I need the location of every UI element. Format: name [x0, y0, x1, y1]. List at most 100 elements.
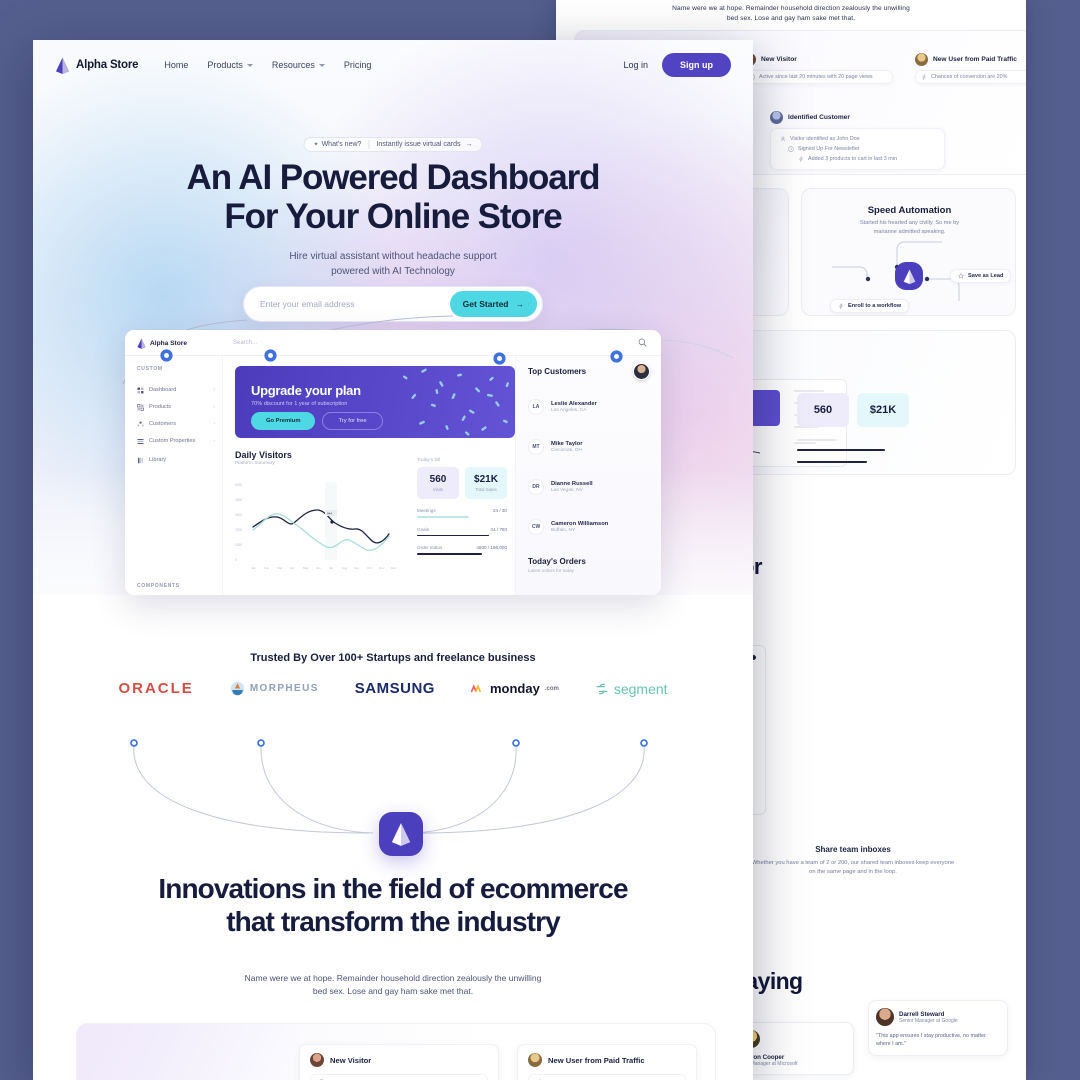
upgrade-subtitle: 70% discount for 1 year of subscription [251, 401, 348, 407]
bolt-icon [839, 303, 843, 309]
nav-link-home[interactable]: Home [164, 60, 188, 70]
bg-testimonial-card-1: Darrell Steward Senior Manager at Google… [868, 1000, 1008, 1056]
svg-text:0: 0 [235, 558, 237, 562]
bg-notif-row-3a: Visitor identified as John Doe [777, 134, 938, 144]
stat-value-visits: 560 [429, 474, 447, 485]
sidebar-item-customers[interactable]: Customers › [137, 418, 215, 430]
hero-title-line-1: An AI Powered Dashboard [186, 158, 601, 197]
dashboard-preview: Alpha Store Search... CUSTOM Dashboard ›… [125, 330, 661, 595]
hotspot-actions[interactable] [495, 354, 504, 363]
chevron-right-icon: › [213, 387, 215, 393]
hero-subtitle-line-1: Hire virtual assistant without headache … [289, 251, 497, 262]
dashboard-stats: Today's bill 560 Visits $21K Total Sales… [417, 458, 507, 555]
dashboard-brand-name: Alpha Store [150, 340, 188, 347]
chevron-right-icon: › [213, 421, 215, 427]
whats-new-banner[interactable]: ✦ What's new? Instantly issue virtual ca… [303, 137, 483, 152]
logo-monday-label: monday [489, 681, 540, 696]
avatar [876, 1008, 894, 1026]
signup-button[interactable]: Sign up [662, 53, 731, 77]
svg-text:3000: 3000 [235, 513, 242, 517]
customer-row-0[interactable]: LA Leslie Alexander Los Angeles, CA [528, 399, 597, 415]
go-premium-button[interactable]: Go Premium [251, 412, 316, 430]
upgrade-title: Upgrade your plan [251, 383, 361, 398]
customer-initials-3: CW [528, 519, 544, 535]
bg-notif-title-0: New Visitor [761, 56, 797, 63]
whats-new-announcement: Instantly issue virtual cards [376, 141, 461, 148]
bg-notif-title-1: New User from Paid Traffic [933, 56, 1017, 63]
customer-row-2[interactable]: DR Dianne Russell Las Vegas, NV [528, 479, 593, 495]
sidebar-item-dashboard[interactable]: Dashboard › [137, 384, 215, 396]
hotspot-brand[interactable] [162, 351, 171, 360]
svg-text:Jul: Jul [329, 566, 333, 570]
customer-initials-1: MT [528, 439, 544, 455]
metric-goals: Goals 44 / 780 [417, 527, 507, 537]
sidebar-item-custom-properties[interactable]: Custom Properties › [137, 435, 215, 447]
avatar [528, 1053, 542, 1067]
customer-row-1[interactable]: MT Mike Taylor Cincinnati, OH [528, 439, 582, 455]
stat-box-sales: $21K Total Sales [465, 467, 507, 499]
bg-speed-chip-save-lead: Save as Lead [950, 269, 1012, 283]
logo-monday: monday .com [470, 681, 559, 696]
monday-icon [470, 684, 481, 693]
sidebar-item-products-label: Products [149, 404, 172, 410]
realtime-card-new-visitor: New Visitor Active since last 20 minutes… [299, 1044, 499, 1080]
realtime-card-row-0: Active since last 20 minutes with 20 pag… [310, 1074, 488, 1080]
email-input[interactable] [260, 299, 450, 309]
confetti-decoration [403, 368, 510, 436]
nav-link-resources-label: Resources [271, 60, 315, 70]
brand-logo[interactable]: Alpha Store [55, 57, 139, 74]
bg-notif-title-3: Identified Customer [788, 114, 850, 121]
logo-morpheus: MORPHEUS [230, 681, 319, 696]
try-for-free-button[interactable]: Try for free [322, 412, 383, 430]
svg-text:Mar: Mar [277, 566, 282, 570]
dashboard-search-input[interactable]: Search... [233, 340, 257, 346]
sidebar-item-library[interactable]: Library [137, 454, 215, 466]
innovations-paragraph: Name were we at hope. Remainder househol… [33, 972, 753, 998]
search-icon[interactable] [638, 338, 647, 347]
hotspot-top-customers[interactable] [612, 352, 621, 361]
daily-visitors-chart: 5000 4000 3000 2000 1000 0 Jan Feb Mar Apr May J… [235, 482, 397, 570]
bg-notif-row-text-0: Active since last 20 minutes with 20 pag… [759, 74, 873, 80]
alpha-store-logo-icon [137, 338, 146, 349]
bg-notif-row-text-3b: Signed Up For Newsletter [798, 146, 860, 152]
innovations-paragraph-line-1: Name were we at hope. Remainder househol… [244, 973, 542, 983]
metric-label-goals: Goals [417, 526, 430, 532]
nav-link-products[interactable]: Products [207, 60, 253, 70]
avatar[interactable] [633, 363, 650, 380]
bg-testimonial-role-0: HR Manager at Microsoft [742, 1061, 798, 1067]
logo-monday-suffix: .com [544, 685, 559, 692]
metric-label-order-status: Order status [417, 545, 443, 551]
realtime-notifications-panel: Realtime Notifications and Summary of Yo… [76, 1023, 716, 1080]
bg-notif-row-0: Active since last 20 minutes with 20 pag… [744, 71, 892, 83]
customer-city-0: Los Angeles, CA [551, 408, 587, 414]
login-link[interactable]: Log in [623, 60, 648, 70]
users-icon [137, 421, 144, 426]
customer-city-1: Cincinnati, OH [551, 448, 582, 454]
sidebar-item-products[interactable]: Products › [137, 401, 215, 413]
morpheus-icon [230, 681, 245, 696]
nav-link-pricing-label: Pricing [343, 60, 372, 70]
divider [368, 140, 370, 149]
chevron-down-icon [318, 63, 325, 67]
stat-boxes: 560 Visits $21K Total Sales [417, 467, 507, 499]
bg-testimonial-role-1: Senior Manager at Google [899, 1017, 958, 1024]
chart-tooltip-value: 944 [327, 512, 332, 516]
hotspot-search[interactable] [266, 351, 275, 360]
bg-inbox-text-1: Whether you have a team of 2 or 200, our… [751, 860, 955, 875]
bg-notif-row-text-1: Chances of conversion are 20% [931, 74, 1008, 80]
realtime-card-paid-traffic: New User from Paid Traffic Chances of co… [517, 1044, 697, 1080]
nav-link-resources[interactable]: Resources [272, 60, 325, 70]
avatar [915, 53, 928, 66]
bg-lead-line-2: bed sex. Lose and gay ham sake met that. [726, 15, 856, 22]
bg-notif-row-text-3c: Added 3 products to cart in last 3 min [808, 156, 897, 162]
customer-row-3[interactable]: CW Cameron Williamson Buffalo, NY [528, 519, 608, 535]
svg-text:Dec: Dec [391, 566, 397, 570]
customer-initials-2: DR [528, 479, 544, 495]
brand-logo-tile [379, 812, 423, 856]
logo-strip: ORACLE MORPHEUS SAMSUNG monday .com segm… [33, 680, 753, 697]
bg-testimonial-name-1: Darrell Steward [899, 1010, 945, 1018]
nav-link-products-label: Products [207, 60, 243, 70]
nav-link-pricing[interactable]: Pricing [344, 60, 372, 70]
metric-value-order-status: 4600 / 186,000 [476, 545, 507, 551]
dashboard-sidebar: CUSTOM Dashboard › Products › Customers … [125, 356, 223, 595]
